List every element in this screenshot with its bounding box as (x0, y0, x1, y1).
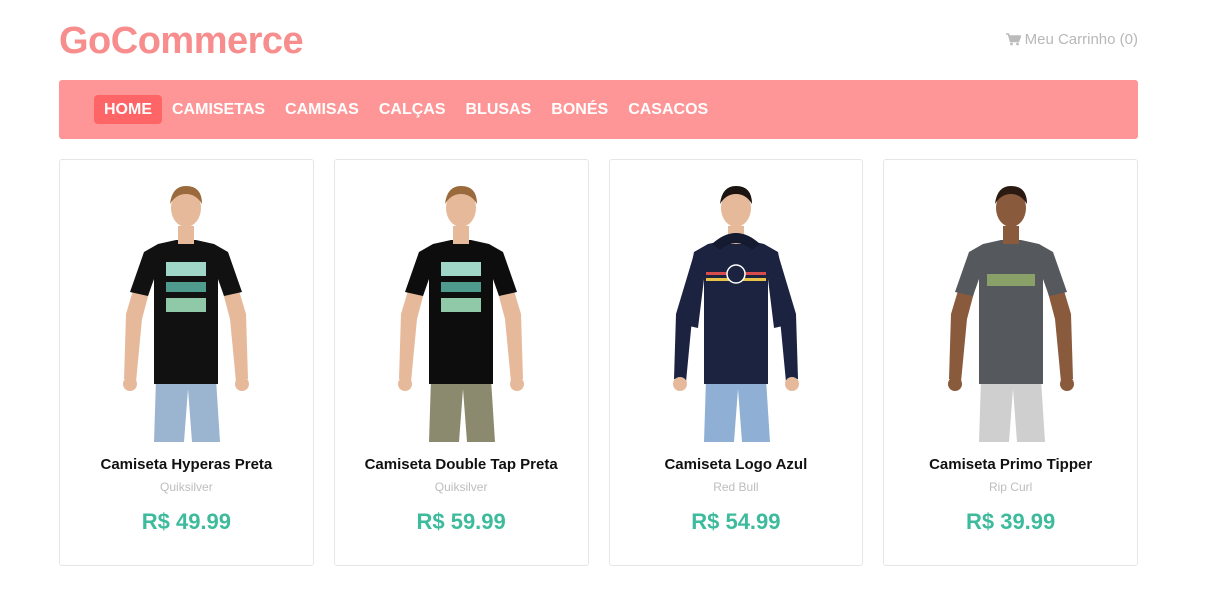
product-brand: Quiksilver (434, 480, 488, 494)
product-grid: Camiseta Hyperas Preta Quiksilver R$ 49.… (59, 159, 1138, 566)
nav-item-home[interactable]: HOME (94, 95, 162, 124)
product-name[interactable]: Camiseta Hyperas Preta (60, 456, 313, 473)
shirt-graphic (166, 298, 207, 312)
nav-item-calcas[interactable]: CALÇAS (369, 95, 456, 124)
product-name[interactable]: Camiseta Primo Tipper (884, 456, 1137, 473)
model-right-hand (784, 377, 799, 391)
product-price: R$ 59.99 (416, 509, 506, 534)
product-name[interactable]: Camiseta Logo Azul (610, 456, 863, 473)
nav-item-blusas[interactable]: BLUSAS (456, 95, 542, 124)
nav-item-camisas[interactable]: CAMISAS (275, 95, 369, 124)
model-photo (672, 186, 799, 442)
cart-label: Meu Carrinho (0) (1024, 31, 1138, 48)
model-photo (123, 186, 250, 442)
shirt-logo (726, 264, 746, 284)
product-card[interactable]: Camiseta Logo Azul Red Bull R$ 54.99 (608, 159, 864, 566)
shirt-graphic (441, 282, 482, 292)
product-image[interactable] (884, 174, 1137, 442)
header: GoCommerce Meu Carrinho (0) (59, 18, 1138, 66)
product-price: R$ 39.99 (965, 509, 1056, 534)
shirt-graphic (166, 282, 207, 292)
model-neck (1002, 226, 1019, 244)
product-card[interactable]: Camiseta Hyperas Preta Quiksilver R$ 49.… (59, 159, 314, 566)
shirt-graphic (441, 298, 482, 312)
product-card[interactable]: Camiseta Primo Tipper Rip Curl R$ 39.99 (883, 159, 1138, 566)
product-card[interactable]: Camiseta Double Tap Preta Quiksilver R$ … (333, 159, 589, 566)
model-left-hand (672, 377, 687, 391)
model-neck (178, 226, 195, 244)
model-left-hand (947, 377, 962, 391)
nav-item-casacos[interactable]: CASACOS (618, 95, 718, 124)
product-brand: Quiksilver (160, 480, 213, 494)
logo[interactable]: GoCommerce (59, 18, 304, 64)
product-brand: Red Bull (713, 480, 759, 494)
model-left-hand (123, 377, 138, 391)
shirt-graphic (166, 262, 207, 276)
cart-link[interactable]: Meu Carrinho (0) (1005, 31, 1138, 48)
product-price: R$ 54.99 (691, 509, 781, 534)
model-pants (703, 379, 770, 442)
model-left-hand (398, 377, 413, 391)
model-photo (947, 186, 1074, 442)
nav-item-camisetas[interactable]: CAMISETAS (162, 95, 275, 124)
model-photo (398, 186, 525, 442)
product-price: R$ 49.99 (141, 509, 232, 534)
model-pants (429, 379, 496, 442)
model-pants (154, 379, 221, 442)
shirt-graphic (441, 262, 482, 276)
shirt-graphic (986, 274, 1035, 286)
product-brand: Rip Curl (988, 480, 1033, 494)
model-shirt (954, 240, 1067, 384)
model-right-hand (510, 377, 525, 391)
model-pants (978, 379, 1045, 442)
product-image[interactable] (335, 174, 588, 442)
model-right-hand (235, 377, 250, 391)
model-shirt (679, 240, 792, 384)
product-name[interactable]: Camiseta Double Tap Preta (335, 456, 588, 473)
category-nav: HOME CAMISETAS CAMISAS CALÇAS BLUSAS BON… (59, 80, 1138, 139)
product-image[interactable] (60, 174, 313, 442)
cart-icon (1005, 33, 1021, 46)
product-image[interactable] (610, 174, 863, 442)
model-neck (453, 226, 470, 244)
model-right-hand (1059, 377, 1074, 391)
nav-item-bones[interactable]: BONÉS (541, 95, 618, 124)
